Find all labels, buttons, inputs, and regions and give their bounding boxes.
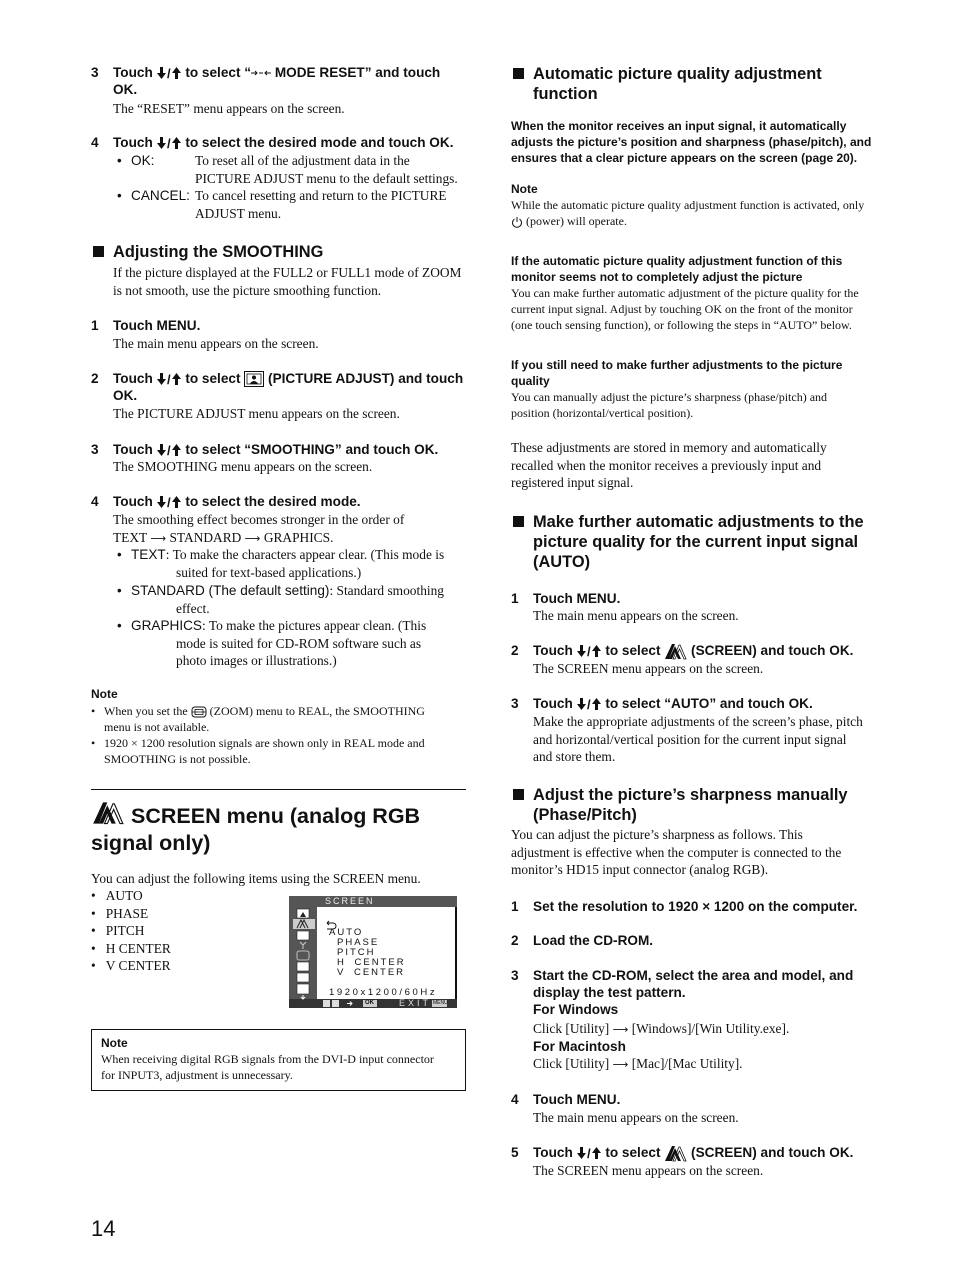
square-bullet-icon [513, 516, 524, 527]
list-item: • PHASE [91, 905, 149, 921]
for-windows-label: For Windows [533, 1002, 619, 1017]
osd-resolution: 1920x1200/60Hz [329, 987, 438, 998]
stored-adjustments-text: These adjustments are stored in memory a… [511, 440, 827, 491]
screen-menu-title: SCREEN menu (analog RGB signal only) [91, 801, 466, 857]
auto-step-2: 2 Touch to select (SCREEN) and touch OK. [511, 643, 854, 660]
sub-body-further: You can manually adjust the picture’s sh… [511, 390, 828, 420]
list-item: • PITCH [91, 923, 145, 939]
smoothing-note-item-1: • When you set the (ZOOM) menu to REAL, … [91, 704, 425, 734]
smoothing-step-2: 2 Touch to select (PICTURE ADJUST) and t… [91, 371, 464, 404]
auto-note-title: Note [511, 182, 538, 196]
right-arrow-icon: ⟶ [150, 531, 167, 545]
down-up-arrows-icon [156, 443, 181, 457]
zoom-icon [191, 706, 207, 718]
manual-intro: You can adjust the picture’s sharpness a… [511, 827, 842, 878]
auto-step-1-desc: The main menu appears on the screen. [533, 608, 739, 623]
dvi-note-box: Note When receiving digital RGB signals … [91, 1029, 466, 1091]
manual-step-5: 5 Touch to select (SCREEN) and touch OK. [511, 1145, 854, 1162]
smoothing-note-item-2: • 1920 × 1200 resolution signals are sho… [91, 736, 425, 766]
auto-step-1: 1 Touch MENU. [511, 591, 621, 606]
screen-icon [92, 801, 124, 825]
manual-step-1: 1 Set the resolution to 1920 × 1200 on t… [511, 899, 858, 914]
step-mode-reset: 3 Touch to select “ MODE RESET” and touc… [91, 65, 441, 97]
sub-heading-not-adjusted: If the automatic picture quality adjustm… [511, 254, 843, 284]
step-select-mode: 4 Touch to select the desired mode and t… [91, 135, 454, 150]
down-up-arrows-icon [156, 66, 181, 80]
smoothing-intro: If the picture displayed at the FULL2 or… [113, 265, 462, 298]
down-up-arrows-icon [576, 1146, 601, 1160]
heading-auto-section: Make further automatic adjustments to th… [511, 512, 886, 572]
smoothing-note-title: Note [91, 687, 118, 701]
windows-instructions: Click [Utility] ⟶ [Windows]/[Win Utility… [533, 1021, 790, 1036]
screen-icon [664, 1145, 687, 1162]
option-cancel: • CANCEL: To cancel resetting and return… [117, 188, 447, 221]
down-up-arrows-icon [156, 136, 181, 150]
down-up-arrows-icon [576, 697, 601, 711]
smoothing-step-1-desc: The main menu appears on the screen. [113, 336, 319, 351]
mode-standard: • STANDARD (The default setting): Standa… [117, 583, 444, 616]
mode-text: • TEXT: To make the characters appear cl… [117, 547, 445, 580]
step-mode-reset-desc: The “RESET” menu appears on the screen. [113, 101, 345, 116]
smoothing-step-3: 3 Touch to select “SMOOTHING” and touch … [91, 442, 439, 457]
osd-footer-menu: MENU [433, 1000, 448, 1006]
auto-note-body: While the automatic picture quality adju… [511, 198, 865, 228]
heading-auto-function: Automatic picture quality adjustment func… [511, 64, 886, 104]
smoothing-step-3-desc: The SMOOTHING menu appears on the screen… [113, 459, 373, 474]
right-arrow-icon: ⟶ [244, 531, 261, 545]
power-icon [512, 217, 522, 228]
screen-osd-illustration: SCREEN AUTO PHASE PITCH H CENTER V CENTE… [289, 896, 457, 1008]
sub-heading-further: If you still need to make further adjust… [511, 358, 843, 388]
manual-step-4-desc: The main menu appears on the screen. [533, 1110, 739, 1125]
list-item: • AUTO [91, 888, 143, 903]
list-item: • H CENTER [91, 940, 171, 956]
osd-item-v-center: V CENTER [337, 967, 406, 978]
osd-items: AUTO PHASE PITCH H CENTER V CENTER [329, 928, 406, 978]
osd-footer-exit: EXIT [399, 998, 432, 1008]
down-up-arrows-icon [156, 495, 181, 509]
list-item: • V CENTER [91, 958, 171, 974]
square-bullet-icon [93, 246, 104, 257]
manual-step-2: 2 Load the CD-ROM. [511, 933, 654, 948]
mac-instructions: Click [Utility] ⟶ [Mac]/[Mac Utility]. [533, 1056, 743, 1071]
section-divider [91, 789, 466, 790]
option-ok: • OK: To reset all of the adjustment dat… [117, 153, 458, 186]
auto-step-3: 3 Touch to select “AUTO” and touch OK. [511, 696, 813, 711]
screen-menu-items: • AUTO • PHASE • PITCH • H CENTER • V CE… [91, 887, 271, 975]
smoothing-step-1: 1 Touch MENU. [91, 318, 201, 333]
square-bullet-icon [513, 789, 524, 800]
square-bullet-icon [513, 68, 524, 79]
mode-graphics: • GRAPHICS: To make the pictures appear … [117, 618, 427, 669]
down-up-arrows-icon [156, 372, 181, 386]
screen-icon [664, 643, 687, 660]
page-number: 14 [91, 1216, 116, 1241]
manual-step-3: 3 Start the CD-ROM, select the area and … [511, 968, 854, 1017]
smoothing-step-2-desc: The PICTURE ADJUST menu appears on the s… [113, 406, 400, 421]
osd-title: SCREEN [325, 896, 375, 906]
right-arrow-icon: ⟶ [612, 1023, 629, 1036]
screen-menu-intro: You can adjust the following items using… [91, 871, 421, 886]
heading-manual-section: Adjust the picture’s sharpness manually(… [511, 785, 886, 825]
heading-smoothing: Adjusting the SMOOTHING [91, 242, 466, 262]
mode-reset-icon [251, 71, 272, 76]
smoothing-step-4: 4 Touch to select the desired mode. [91, 494, 361, 509]
osd-footer-ok: OK [365, 1000, 374, 1006]
sub-body-not-adjusted: You can make further automatic adjustmen… [511, 286, 859, 332]
right-arrow-icon: ⟶ [612, 1058, 629, 1071]
manual-step-4: 4 Touch MENU. [511, 1092, 621, 1107]
down-up-arrows-icon [576, 644, 601, 658]
auto-function-intro: When the monitor receives an input signa… [511, 119, 872, 165]
smoothing-order: TEXT ⟶ STANDARD ⟶ GRAPHICS. [113, 529, 334, 545]
auto-step-2-desc: The SCREEN menu appears on the screen. [533, 661, 764, 676]
manual-step-5-desc: The SCREEN menu appears on the screen. [533, 1163, 764, 1178]
smoothing-step-4-desc: The smoothing effect becomes stronger in… [113, 511, 466, 547]
for-macintosh-label: For Macintosh [533, 1039, 626, 1054]
picture-adjust-icon [244, 371, 265, 388]
auto-step-3-desc: Make the appropriate adjustments of the … [533, 714, 863, 765]
